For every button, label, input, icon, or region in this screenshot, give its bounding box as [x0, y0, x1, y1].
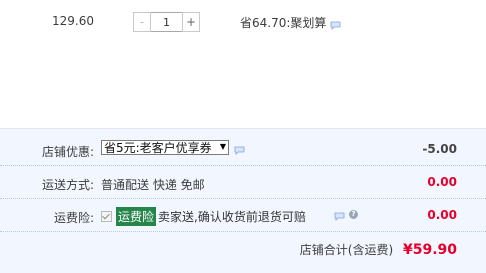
order-item-row: 129.60 - + 省64.70:聚划算	[0, 0, 486, 128]
shipping-row: 运送方式: 普通配送 快递 免邮 0.00	[0, 166, 486, 199]
shop-discount-value: -5.00	[422, 142, 457, 156]
freight-insurance-value: 0.00	[427, 208, 457, 222]
freight-insurance-label: 运费险:	[53, 211, 94, 225]
decrease-quantity-button[interactable]: -	[133, 12, 151, 32]
help-icon[interactable]: ?	[349, 210, 358, 219]
coupon-select[interactable]: 省5元:老客户优享券 ▼	[101, 140, 229, 155]
shop-total-value: ¥59.90	[402, 242, 457, 258]
freight-insurance-tag: 运费险	[116, 207, 157, 226]
freight-insurance-icons: ?	[334, 210, 358, 221]
order-summary-panel: 店铺优惠: 省5元:老客户优享券 ▼ -5.00 运送方式: 普通配送 快递 免…	[0, 128, 486, 273]
saving-info: 省64.70:聚划算	[240, 14, 341, 31]
freight-insurance-option: 运费险 卖家送,确认收货前退货可赔	[101, 207, 306, 226]
message-icon[interactable]	[234, 144, 245, 155]
shipping-method: 普通配送 快递 免邮	[101, 178, 205, 192]
message-icon[interactable]	[334, 210, 345, 221]
shipping-label: 运送方式:	[41, 178, 94, 192]
quantity-input[interactable]	[151, 12, 182, 32]
saving-text: 省64.70:聚划算	[240, 16, 327, 30]
shop-total-row: 店铺合计(含运费) ¥59.90	[0, 237, 486, 269]
shop-total: 店铺合计(含运费) ¥59.90	[300, 241, 457, 258]
coupon-selected-option: 省5元:老客户优享券	[104, 141, 212, 155]
message-icon[interactable]	[330, 19, 341, 30]
increase-quantity-button[interactable]: +	[182, 12, 200, 32]
shop-discount-label: 店铺优惠:	[41, 145, 94, 159]
unit-price: 129.60	[52, 14, 94, 28]
shipping-value: 0.00	[427, 175, 457, 189]
dropdown-arrow-icon: ▼	[219, 142, 226, 151]
freight-insurance-row: 运费险: 运费险 卖家送,确认收货前退货可赔 ? 0.00	[0, 199, 486, 232]
quantity-stepper[interactable]: - +	[133, 12, 200, 32]
freight-insurance-checkbox[interactable]	[101, 211, 112, 222]
shop-total-label: 店铺合计(含运费)	[299, 243, 394, 257]
freight-insurance-desc: 卖家送,确认收货前退货可赔	[158, 210, 306, 224]
shop-discount-row: 店铺优惠: 省5元:老客户优享券 ▼ -5.00	[0, 133, 486, 166]
